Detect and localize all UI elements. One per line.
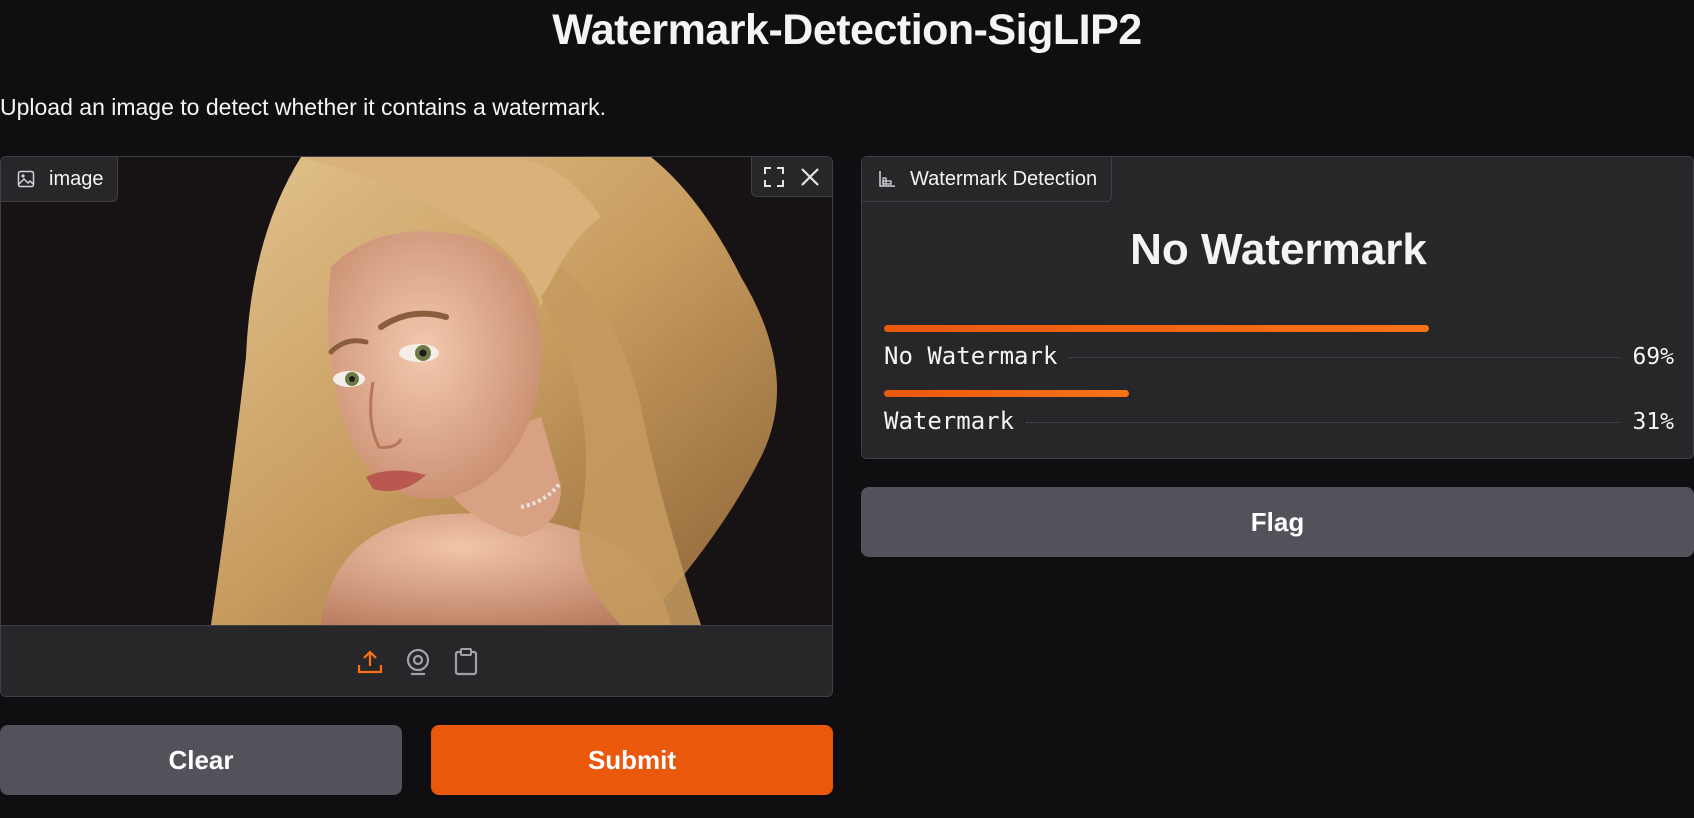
- output-panel-label-text: Watermark Detection: [910, 167, 1098, 190]
- confidence-label: Watermark: [884, 407, 1015, 435]
- uploaded-image: [1, 157, 832, 625]
- submit-button[interactable]: Submit: [431, 725, 833, 795]
- confidence-item[interactable]: Watermark 31%: [884, 390, 1674, 435]
- page-description: Upload an image to detect whether it con…: [0, 94, 606, 120]
- confidence-item[interactable]: No Watermark 69%: [884, 325, 1674, 370]
- clear-button[interactable]: Clear: [0, 725, 402, 795]
- image-icon: [17, 170, 35, 188]
- dotted-leader: [1026, 422, 1621, 423]
- confidence-percent: 69%: [1632, 344, 1674, 370]
- image-source-bar: [1, 625, 832, 696]
- page-title: Watermark-Detection-SigLIP2: [552, 6, 1142, 54]
- clipboard-icon[interactable]: [453, 647, 479, 677]
- image-input-panel[interactable]: image: [0, 156, 833, 697]
- output-panel-label: Watermark Detection: [862, 157, 1113, 202]
- fullscreen-icon[interactable]: [758, 161, 790, 193]
- flag-button[interactable]: Flag: [861, 487, 1694, 557]
- image-panel-label: image: [1, 157, 119, 202]
- webcam-icon[interactable]: [405, 647, 431, 677]
- confidence-bar: [884, 325, 1429, 332]
- confidence-percent: 31%: [1632, 409, 1674, 435]
- confidence-label: No Watermark: [884, 342, 1058, 370]
- bar-chart-icon: [878, 170, 896, 188]
- image-corner-actions: [751, 157, 832, 197]
- image-panel-label-text: image: [49, 167, 104, 190]
- upload-icon[interactable]: [357, 647, 383, 677]
- top-prediction: No Watermark: [1130, 225, 1427, 274]
- confidence-bar: [884, 390, 1129, 397]
- output-label-panel: Watermark Detection No Watermark No Wate…: [861, 156, 1694, 459]
- dotted-leader: [1069, 357, 1621, 358]
- close-icon[interactable]: [794, 161, 826, 193]
